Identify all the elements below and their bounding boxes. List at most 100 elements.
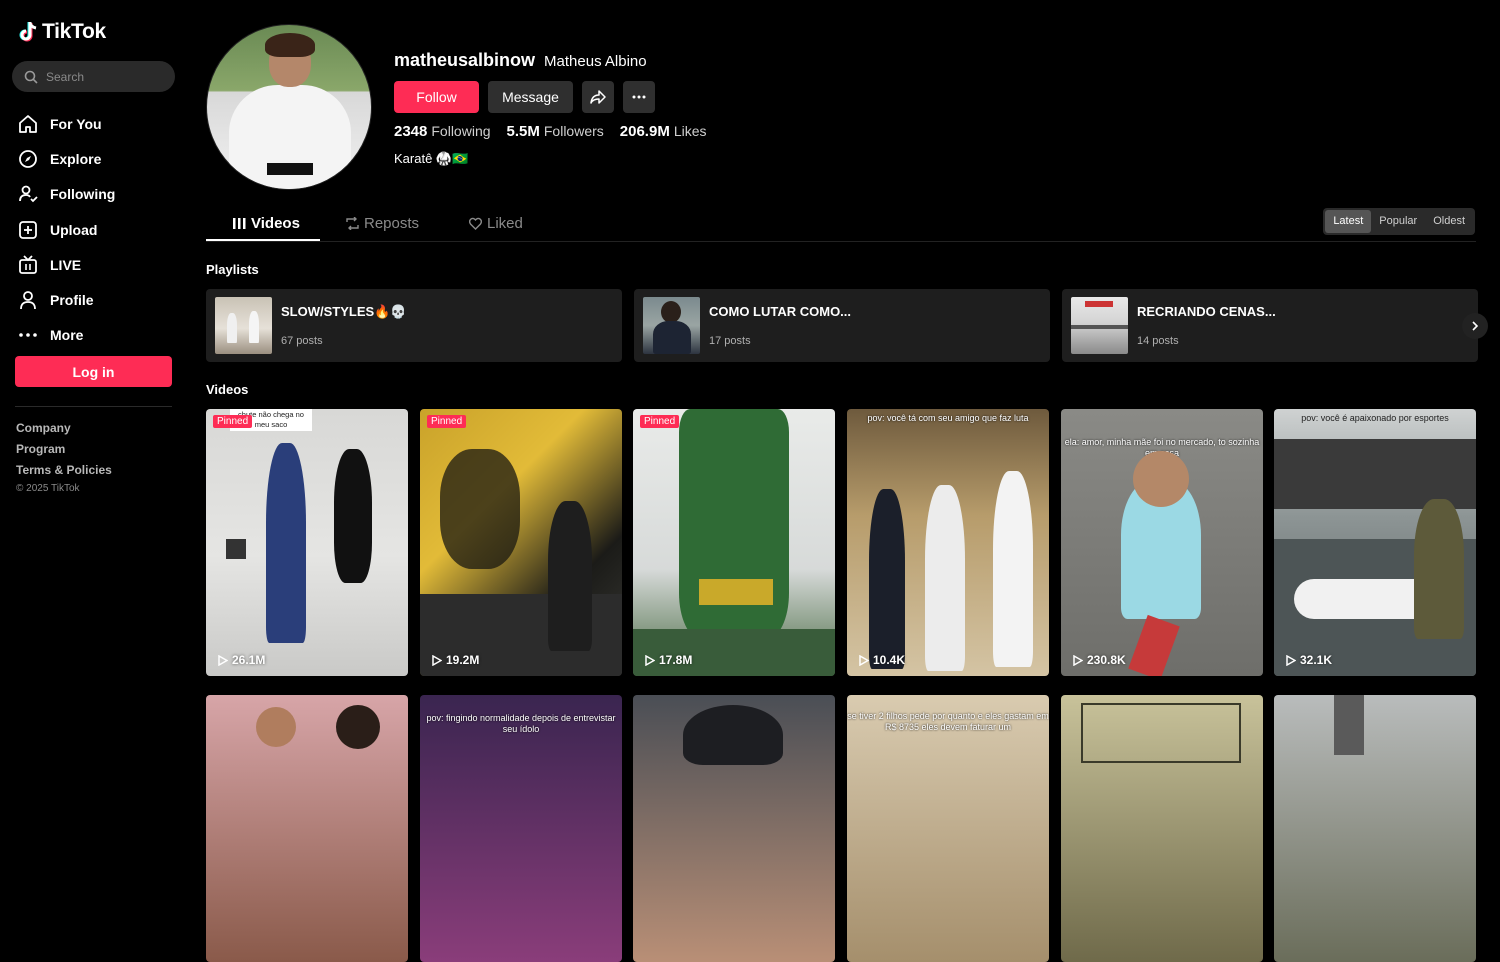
- playlist-name: COMO LUTAR COMO...: [709, 304, 852, 319]
- footer-link-program[interactable]: Program: [16, 442, 112, 463]
- profile-bio: Karatê 🥋🇧🇷: [394, 151, 469, 166]
- pinned-badge: Pinned: [640, 415, 680, 428]
- video-card[interactable]: se tiver 2 filhos pede por quanto e eles…: [847, 695, 1049, 962]
- sidebar-item-following[interactable]: Following: [18, 177, 178, 212]
- sort-popular[interactable]: Popular: [1371, 210, 1425, 233]
- profile-main: matheusalbinow Matheus Albino Follow Mes…: [206, 0, 1488, 962]
- profile-header: matheusalbinow Matheus Albino: [394, 50, 647, 71]
- playlist-count: 67 posts: [281, 335, 323, 347]
- sidebar-item-label: Following: [50, 186, 116, 203]
- sort-latest[interactable]: Latest: [1325, 210, 1372, 233]
- video-card[interactable]: [1274, 695, 1476, 962]
- video-view-count: 32.1K: [1286, 653, 1332, 667]
- video-card[interactable]: [206, 695, 408, 962]
- grid-icon: [233, 218, 246, 229]
- likes-count: 206.9M: [619, 123, 670, 140]
- play-icon: [432, 654, 442, 666]
- avatar-hair: [265, 33, 315, 57]
- sort-toggle: Latest Popular Oldest: [1323, 208, 1475, 235]
- message-button[interactable]: Message: [488, 81, 573, 113]
- video-card[interactable]: pov: você é apaixonado por esportes 32.1…: [1274, 409, 1476, 676]
- pinned-badge: Pinned: [213, 415, 253, 428]
- avatar[interactable]: [206, 24, 372, 190]
- playlist-card[interactable]: SLOW/STYLES🔥💀 67 posts: [206, 289, 622, 362]
- more-options-button[interactable]: [623, 81, 655, 113]
- heart-icon: [469, 217, 482, 230]
- search-input[interactable]: Search: [12, 61, 175, 92]
- stat-following[interactable]: 2348 Following: [394, 123, 491, 140]
- sidebar-divider: [15, 406, 172, 407]
- profile-nickname: Matheus Albino: [544, 53, 647, 70]
- view-count: 32.1K: [1300, 653, 1333, 667]
- profile-tabs: Videos Reposts Liked Latest Popular Olde…: [206, 206, 1476, 242]
- playlist-card[interactable]: COMO LUTAR COMO... 17 posts: [634, 289, 1050, 362]
- stat-followers[interactable]: 5.5M Followers: [507, 123, 604, 140]
- footer-link-company[interactable]: Company: [16, 421, 112, 442]
- tab-videos[interactable]: Videos: [233, 215, 300, 232]
- video-card[interactable]: Pinned 17.8M: [633, 409, 835, 676]
- playlist-count: 17 posts: [709, 335, 751, 347]
- view-count: 17.8M: [659, 653, 693, 667]
- followers-label: Followers: [543, 123, 604, 139]
- playlists-next-button[interactable]: [1462, 313, 1488, 339]
- playlist-count: 14 posts: [1137, 335, 1179, 347]
- video-card[interactable]: pov: você tá com seu amigo que faz luta …: [847, 409, 1049, 676]
- brand-name: TikTok: [42, 20, 106, 43]
- play-icon: [1073, 654, 1083, 666]
- tiktok-logo[interactable]: TikTok: [18, 20, 106, 44]
- video-card[interactable]: chute não chega no meu saco Pinned 26.1M: [206, 409, 408, 676]
- sidebar-item-profile[interactable]: Profile: [18, 282, 178, 317]
- sidebar-item-upload[interactable]: Upload: [18, 212, 178, 247]
- sidebar-item-live[interactable]: LIVE: [18, 247, 178, 282]
- tab-active-indicator: [206, 239, 320, 241]
- video-card[interactable]: [633, 695, 835, 962]
- view-count: 230.8K: [1087, 653, 1126, 667]
- sidebar-nav: For You Explore Following Upload LIVE Pr…: [18, 106, 178, 353]
- tiktok-note-icon: [19, 22, 37, 42]
- followers-count: 5.5M: [506, 123, 540, 140]
- play-icon: [645, 654, 655, 666]
- follow-button[interactable]: Follow: [394, 81, 479, 113]
- video-card[interactable]: ela: amor, minha mãe foi no mercado, to …: [1061, 409, 1263, 676]
- search-icon: [24, 70, 38, 84]
- following-label: Following: [431, 123, 491, 139]
- playlist-name: SLOW/STYLES🔥💀: [281, 304, 407, 319]
- video-card[interactable]: pov: fingindo normalidade depois de entr…: [420, 695, 622, 962]
- sidebar-item-for-you[interactable]: For You: [18, 106, 178, 141]
- footer-link-terms[interactable]: Terms & Policies: [16, 463, 112, 484]
- view-count: 10.4K: [873, 653, 906, 667]
- playlist-card[interactable]: RECRIANDO CENAS... 14 posts: [1062, 289, 1478, 362]
- tab-reposts[interactable]: Reposts: [346, 215, 419, 232]
- sidebar-item-explore[interactable]: Explore: [18, 141, 178, 176]
- pinned-badge: Pinned: [427, 415, 467, 428]
- avatar-belt: [267, 163, 313, 175]
- share-icon: [590, 90, 606, 104]
- video-card[interactable]: [1061, 695, 1263, 962]
- playlist-thumbnail: [643, 297, 700, 354]
- sort-oldest[interactable]: Oldest: [1425, 210, 1473, 233]
- sidebar-item-label: Explore: [50, 150, 102, 167]
- video-caption: pov: fingindo normalidade depois de entr…: [426, 713, 616, 734]
- tab-label: Reposts: [364, 215, 420, 232]
- video-view-count: 10.4K: [859, 653, 905, 667]
- following-icon: [19, 185, 38, 203]
- video-view-count: 17.8M: [645, 653, 692, 667]
- profile-username: matheusalbinow: [394, 50, 536, 70]
- video-card[interactable]: Pinned 19.2M: [420, 409, 622, 676]
- tab-label: Liked: [487, 215, 523, 232]
- sidebar-item-more[interactable]: More: [18, 318, 178, 353]
- search-placeholder: Search: [46, 69, 85, 84]
- sidebar-item-label: For You: [50, 115, 102, 132]
- sidebar-footer: Company Program Terms & Policies © 2025 …: [16, 421, 112, 503]
- live-icon: [19, 255, 37, 274]
- more-icon: [19, 333, 37, 338]
- login-button[interactable]: Log in: [15, 356, 172, 387]
- profile-icon: [20, 291, 36, 310]
- play-icon: [218, 654, 228, 666]
- tab-liked[interactable]: Liked: [469, 215, 523, 232]
- profile-stats: 2348 Following 5.5M Followers 206.9M Likes: [394, 123, 707, 140]
- share-button[interactable]: [582, 81, 614, 113]
- likes-label: Likes: [673, 123, 707, 139]
- playlist-thumbnail: [1071, 297, 1128, 354]
- playlists-row: SLOW/STYLES🔥💀 67 posts COMO LUTAR COMO..…: [206, 289, 1488, 362]
